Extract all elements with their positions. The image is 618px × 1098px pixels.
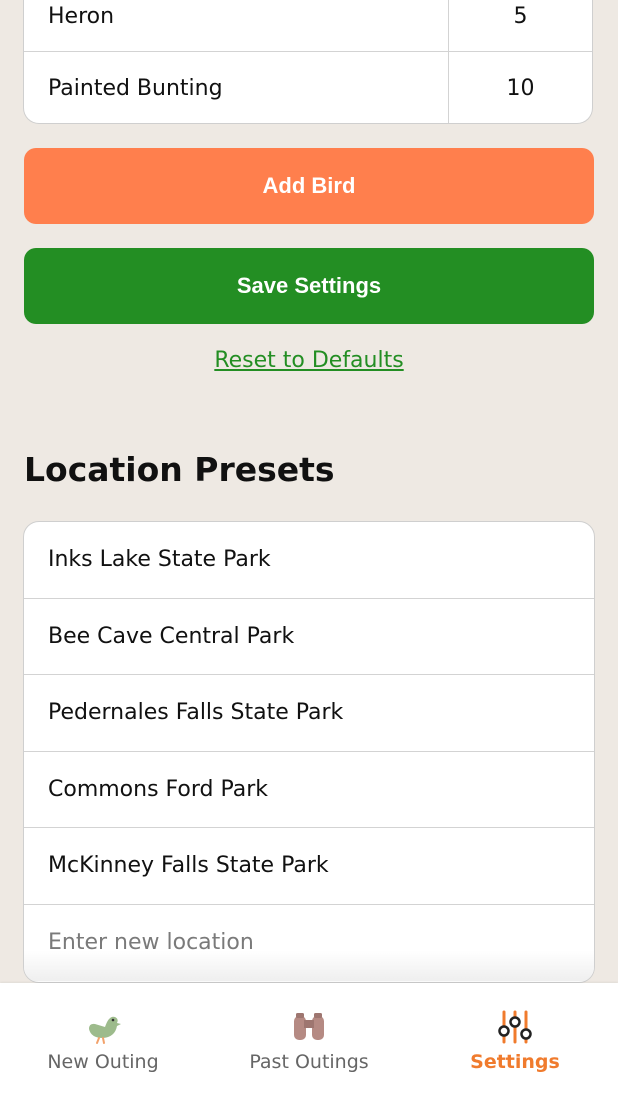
- tab-past-outings[interactable]: Past Outings: [206, 983, 412, 1098]
- location-presets-title: Location Presets: [24, 450, 335, 489]
- bird-name[interactable]: Painted Bunting: [24, 52, 448, 123]
- tab-new-outing[interactable]: New Outing: [0, 983, 206, 1098]
- location-item[interactable]: Pedernales Falls State Park: [24, 675, 594, 752]
- bird-count-table: Heron 5 Painted Bunting 10: [23, 0, 593, 124]
- sliders-icon: [495, 1007, 535, 1047]
- location-item[interactable]: Bee Cave Central Park: [24, 599, 594, 675]
- bird-icon: [83, 1007, 123, 1047]
- bird-count[interactable]: 5: [448, 0, 592, 51]
- binoculars-icon: [289, 1007, 329, 1047]
- tab-settings[interactable]: Settings: [412, 983, 618, 1098]
- location-item[interactable]: Commons Ford Park: [24, 752, 594, 828]
- reset-defaults-link[interactable]: Reset to Defaults: [0, 348, 618, 373]
- save-settings-button[interactable]: Save Settings: [24, 248, 594, 324]
- table-row: Painted Bunting 10: [24, 52, 592, 123]
- bird-name[interactable]: Heron: [24, 0, 448, 51]
- location-presets-list: Inks Lake State Park Bee Cave Central Pa…: [23, 521, 595, 983]
- bird-count[interactable]: 10: [448, 52, 592, 123]
- tab-bar: New Outing Past Outings Settings: [0, 983, 618, 1098]
- table-row: Heron 5: [24, 0, 592, 52]
- tab-label: Settings: [470, 1051, 560, 1073]
- location-item[interactable]: McKinney Falls State Park: [24, 828, 594, 905]
- location-item[interactable]: Inks Lake State Park: [24, 522, 594, 599]
- add-bird-button[interactable]: Add Bird: [24, 148, 594, 224]
- tab-label: New Outing: [47, 1051, 159, 1073]
- new-location-input[interactable]: Enter new location: [24, 904, 594, 981]
- tab-label: Past Outings: [249, 1051, 369, 1073]
